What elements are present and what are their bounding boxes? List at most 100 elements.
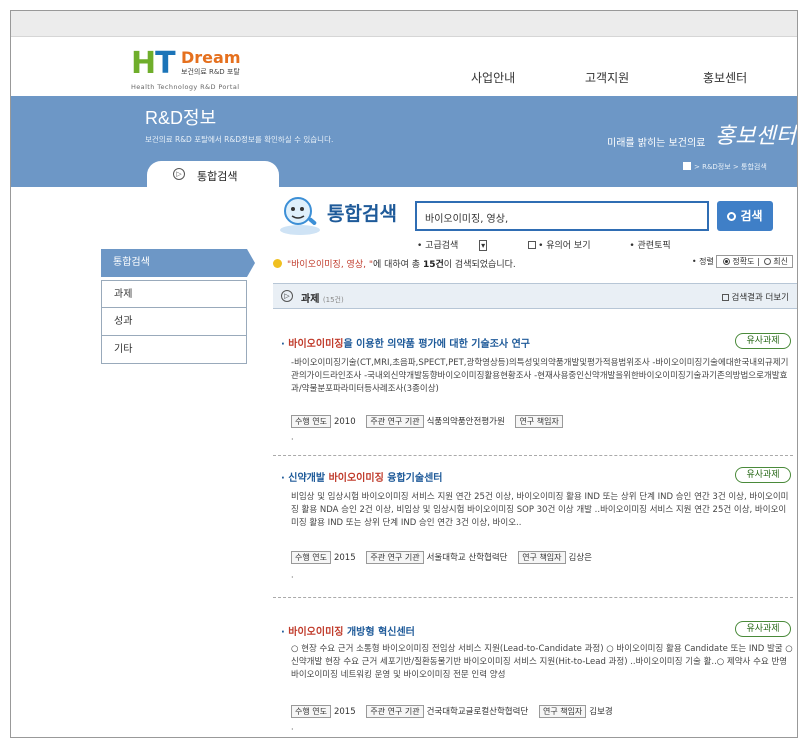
similar-project-badge[interactable]: 유사과제 [735, 333, 791, 349]
similar-project-badge[interactable]: 유사과제 [735, 467, 791, 483]
result-meta: 수행 연도 2015 주관 연구 기관 서울대학교 산학협력단 연구 책임자 김상은 [291, 551, 600, 564]
sort-label: • 정렬 [691, 257, 714, 266]
lightbulb-icon [273, 259, 282, 268]
item-dot: · [291, 573, 294, 582]
sort-accuracy-radio[interactable] [723, 258, 731, 265]
result-title-link[interactable]: · 바이오이미징 개방형 혁신센터 [281, 623, 415, 638]
result-divider [273, 597, 793, 598]
result-keyword: "바이오이미징, 영상, " [287, 260, 373, 270]
search-button-label: 검색 [740, 209, 763, 223]
pi-label: 연구 책임자 [518, 551, 566, 564]
sort-box: 정확도 | 최신 [716, 255, 793, 268]
year-label: 수행 연도 [291, 415, 331, 428]
tab-label: 통합검색 [197, 170, 238, 183]
logo-ht: HT [131, 46, 176, 81]
logo-english: Health Technology R&D Portal [131, 83, 240, 91]
category-header: ▷ 과제 (15건) 검색결과 더보기 [273, 283, 797, 309]
more-results-label: 검색결과 더보기 [731, 293, 789, 303]
search-input[interactable]: 바이오이미징, 영상, [415, 201, 709, 231]
dropdown-icon[interactable]: ▾ [479, 240, 488, 251]
result-summary: "바이오이미징, 영상, "에 대하여 총 15건이 검색되었습니다. • 정렬… [273, 255, 797, 277]
sidebar-item-etc[interactable]: 기타 [101, 336, 247, 364]
result-title-link[interactable]: · 바이오이미징을 이용한 의약품 평가에 대한 기술조사 연구 [281, 335, 530, 350]
synonym-checkbox[interactable] [528, 241, 537, 249]
synonym-label: • 유의어 보기 [538, 241, 591, 251]
result-title-keyword: 바이오이미징 [288, 627, 344, 638]
logo-dream: Dream [181, 48, 241, 67]
year-value: 2015 [333, 553, 356, 563]
result-meta: 수행 연도 2010 주관 연구 기관 식품의약품안전평가원 연구 책임자 [291, 415, 574, 428]
search-title: 통합검색 [327, 203, 397, 225]
org-label: 주관 연구 기관 [366, 705, 424, 718]
arrow-circle-icon: ▷ [173, 168, 185, 180]
result-text-tail: 이 검색되었습니다. [443, 260, 516, 270]
pi-value: 김보경 [589, 707, 613, 717]
search-area: 통합검색 바이오이미징, 영상, 검색 • 고급검색 ▾ • 유의어 보기 • … [269, 181, 789, 251]
browser-top-strip [11, 11, 797, 37]
org-value: 식품의약품안전평가원 [426, 417, 505, 427]
result-item: · 바이오이미징 개방형 혁신센터 유사과제 ○ 현장 수요 근거 소통형 바이… [273, 611, 797, 737]
org-label: 주관 연구 기관 [366, 415, 424, 428]
page-title: R&D정보 [145, 108, 217, 128]
gnb-customer-support[interactable]: 고객지원 [585, 69, 629, 86]
home-icon[interactable] [683, 162, 691, 170]
result-title-keyword: 바이오이미징 [288, 339, 344, 350]
category-count: (15건) [322, 296, 344, 304]
result-title-keyword: 바이오이미징 [328, 473, 384, 484]
year-label: 수행 연도 [291, 705, 331, 718]
advanced-search-link[interactable]: • 고급검색 ▾ [417, 240, 505, 251]
item-dot: · [291, 725, 294, 734]
org-value: 건국대학교글로컬산학협력단 [426, 707, 529, 717]
sort-controls: • 정렬 정확도 | 최신 [691, 255, 793, 268]
result-title-post: 을 이용한 의약품 평가에 대한 기술조사 연구 [343, 339, 530, 350]
result-title-pre: 신약개발 [288, 473, 329, 484]
year-value: 2015 [333, 707, 356, 717]
result-description: -바이오이미징기술(CT,MRI,초음파,SPECT,PET,광학영상등)의특성… [291, 358, 789, 394]
breadcrumb: > R&D정보 > 통합검색 [683, 162, 767, 172]
result-description: 비임상 및 임상시험 바이오이미징 서비스 지원 연간 25건 이상, 바이오이… [291, 492, 789, 528]
sort-accuracy-label: 정확도 [732, 257, 755, 266]
breadcrumb-path: > R&D정보 > 통합검색 [694, 163, 767, 171]
site-logo[interactable]: HT Dream 보건의료 R&D 포탈 Health Technology R… [129, 47, 269, 99]
org-label: 주관 연구 기관 [366, 551, 424, 564]
search-button[interactable]: 검색 [717, 201, 773, 231]
search-icon [727, 212, 737, 221]
sidebar-item-projects[interactable]: 과제 [101, 280, 247, 308]
advanced-search-label: • 고급검색 [417, 241, 459, 251]
page-banner: R&D정보 보건의료 R&D 포탈에서 R&D정보를 확인하실 수 있습니다. … [11, 96, 797, 188]
category-title: 과제 (15건) [301, 290, 344, 305]
result-item: · 신약개발 바이오이미징 융합기술센터 유사과제 비임상 및 임상시험 바이오… [273, 465, 797, 605]
result-title-post: 융합기술센터 [383, 473, 443, 484]
result-text-mid: 에 대하여 총 [372, 260, 421, 270]
result-title-post: 개방형 혁신센터 [343, 627, 415, 638]
plus-box-icon [721, 294, 729, 301]
pi-label: 연구 책임자 [538, 705, 587, 718]
pi-label: 연구 책임자 [515, 415, 563, 428]
category-label: 과제 [301, 294, 320, 305]
sort-latest-label: 최신 [773, 257, 788, 266]
sidebar-item-outcomes[interactable]: 성과 [101, 308, 247, 336]
browser-frame: HT Dream 보건의료 R&D 포탈 Health Technology R… [10, 10, 798, 738]
gnb-business-info[interactable]: 사업안내 [471, 69, 515, 86]
sidebar-item-integrated-search[interactable]: 통합검색 [101, 249, 255, 277]
year-value: 2010 [333, 417, 356, 427]
tab-integrated-search[interactable]: ▷ 통합검색 [147, 161, 279, 188]
search-options: • 고급검색 ▾ • 유의어 보기 • 관련토픽 [417, 238, 689, 251]
similar-project-badge[interactable]: 유사과제 [735, 621, 791, 637]
org-value: 서울대학교 산학협력단 [426, 553, 508, 563]
banner-slogan-calligraphy: 홍보센터 [715, 124, 796, 149]
more-results-link[interactable]: 검색결과 더보기 [721, 291, 789, 303]
year-label: 수행 연도 [291, 551, 331, 564]
related-topic-link[interactable]: • 관련토픽 [629, 241, 670, 251]
result-meta: 수행 연도 2015 주관 연구 기관 건국대학교글로컬산학협력단 연구 책임자 김보… [291, 705, 621, 718]
result-title-link[interactable]: · 신약개발 바이오이미징 융합기술센터 [281, 469, 442, 484]
left-sidebar: 통합검색 과제 성과 기타 [101, 249, 255, 364]
search-character-icon [280, 197, 320, 235]
synonym-toggle[interactable]: • 유의어 보기 [526, 241, 608, 251]
result-description: ○ 현장 수요 근거 소통형 바이오이미징 전임상 서비스 지원(Lead-to… [291, 644, 793, 680]
gnb-pr-center[interactable]: 홍보센터 [703, 69, 747, 86]
result-count: 15건 [422, 260, 444, 270]
arrow-circle-icon: ▷ [281, 290, 293, 302]
sort-latest-radio[interactable] [764, 258, 772, 265]
banner-slogan: 미래를 밝히는 보건의료 [607, 138, 706, 149]
